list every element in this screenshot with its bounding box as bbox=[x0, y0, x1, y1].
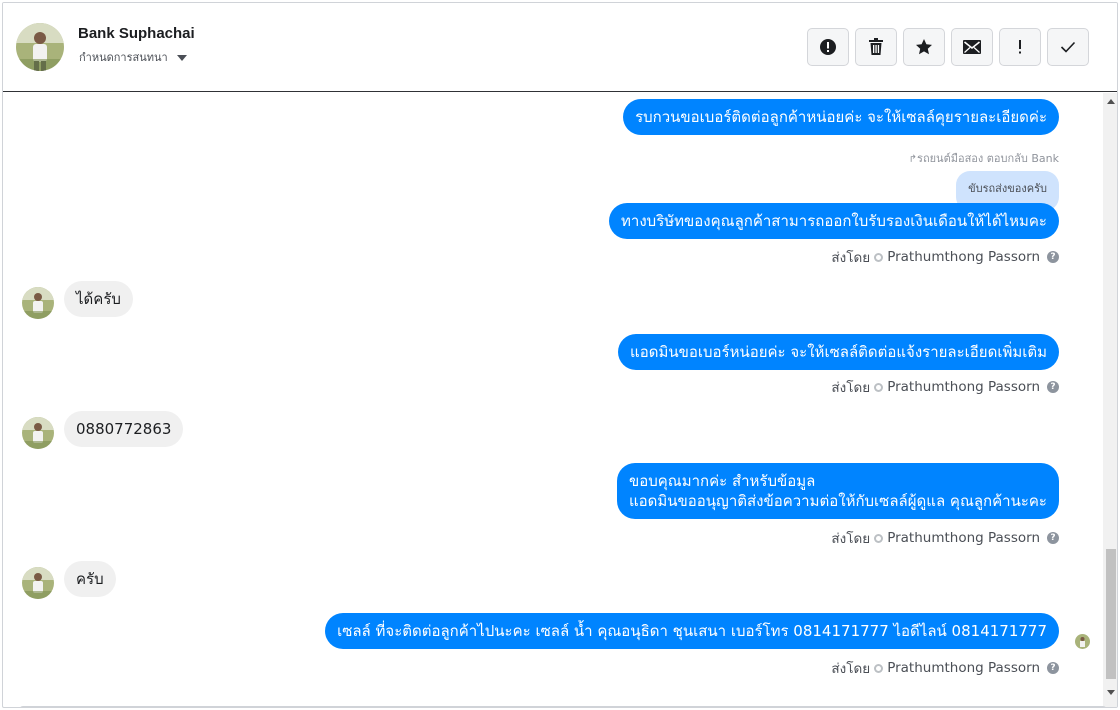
contact-avatar-small[interactable] bbox=[22, 287, 54, 319]
contact-avatar-small[interactable] bbox=[22, 417, 54, 449]
contact-name[interactable]: Bank Suphachai bbox=[78, 25, 195, 42]
sent-by-meta: ส่งโดย Prathumthong Passorn ? bbox=[831, 527, 1059, 549]
conversation-toolbar bbox=[807, 28, 1089, 66]
message-incoming[interactable]: ครับ bbox=[64, 561, 116, 597]
conversation-header: Bank Suphachai กำหนดการสนทนา bbox=[3, 3, 1117, 92]
caret-down-icon bbox=[176, 54, 187, 61]
sender-name: Prathumthong Passorn bbox=[887, 249, 1040, 265]
help-icon[interactable]: ? bbox=[1047, 251, 1059, 263]
message-incoming[interactable]: 0880772863 bbox=[64, 411, 184, 447]
conversation-panel: Bank Suphachai กำหนดการสนทนา รบกวนขอเบอร… bbox=[2, 2, 1118, 708]
check-icon bbox=[1060, 41, 1076, 53]
seen-indicator-avatar bbox=[1075, 634, 1090, 649]
page-role-icon bbox=[874, 533, 884, 543]
help-icon[interactable]: ? bbox=[1047, 662, 1059, 674]
mark-unread-button[interactable] bbox=[951, 28, 993, 66]
message-thread[interactable]: รบกวนขอเบอร์ติดต่อลูกค้าหน่อยค่ะ จะให้เซ… bbox=[3, 93, 1103, 707]
message-line: แอดมินขออนุญาติส่งข้อความต่อให้กับเซลล์ผ… bbox=[628, 492, 1047, 510]
message-incoming[interactable]: ได้ครับ bbox=[64, 281, 133, 317]
message-outgoing[interactable]: เซลล์ ที่จะติดต่อลูกค้าไปนะคะ เซลล์ น้ำ … bbox=[325, 613, 1059, 649]
help-icon[interactable]: ? bbox=[1047, 381, 1059, 393]
spam-button[interactable] bbox=[807, 28, 849, 66]
composer-edge bbox=[19, 706, 1107, 707]
help-icon[interactable]: ? bbox=[1047, 532, 1059, 544]
sender-name: Prathumthong Passorn bbox=[887, 660, 1040, 676]
star-button[interactable] bbox=[903, 28, 945, 66]
scrollbar[interactable] bbox=[1103, 93, 1117, 707]
reply-arrow-icon: ↱ bbox=[908, 154, 918, 165]
message-outgoing[interactable]: ทางบริษัทของคุณลูกค้าสามารถออกใบรับรองเง… bbox=[609, 203, 1059, 239]
sent-by-meta: ส่งโดย Prathumthong Passorn ? bbox=[831, 246, 1059, 268]
page-role-icon bbox=[874, 382, 884, 392]
sent-by-meta: ส่งโดย Prathumthong Passorn ? bbox=[831, 376, 1059, 398]
envelope-icon bbox=[963, 40, 981, 54]
scrollbar-thumb[interactable] bbox=[1106, 549, 1116, 679]
delete-button[interactable] bbox=[855, 28, 897, 66]
trash-icon bbox=[869, 38, 883, 55]
sent-by-meta: ส่งโดย Prathumthong Passorn ? bbox=[831, 657, 1059, 679]
mark-done-button[interactable] bbox=[1047, 28, 1089, 66]
scroll-down-arrow-icon[interactable] bbox=[1107, 690, 1115, 695]
sender-name: Prathumthong Passorn bbox=[887, 530, 1040, 546]
follow-up-button[interactable] bbox=[999, 28, 1041, 66]
star-icon bbox=[916, 39, 932, 55]
exclamation-icon bbox=[1019, 40, 1021, 54]
scroll-up-arrow-icon[interactable] bbox=[1107, 99, 1115, 104]
contact-avatar-small[interactable] bbox=[22, 567, 54, 599]
message-outgoing[interactable]: แอดมินขอเบอร์หน่อยค่ะ จะให้เซลล์ติดต่อแจ… bbox=[618, 334, 1059, 370]
alert-circle-icon bbox=[820, 39, 836, 55]
page-role-icon bbox=[874, 663, 884, 673]
message-line: ขอบคุณมากค่ะ สำหรับข้อมูล bbox=[628, 472, 816, 490]
message-outgoing[interactable]: ขอบคุณมากค่ะ สำหรับข้อมูล แอดมินขออนุญาต… bbox=[616, 463, 1059, 519]
reply-note: ↱รถยนต์มือสอง ตอบกลับ Bank bbox=[908, 152, 1059, 165]
contact-avatar[interactable] bbox=[16, 23, 64, 71]
assign-label: กำหนดการสนทนา bbox=[79, 51, 168, 64]
page-role-icon bbox=[874, 252, 884, 262]
message-outgoing[interactable]: รบกวนขอเบอร์ติดต่อลูกค้าหน่อยค่ะ จะให้เซ… bbox=[623, 99, 1059, 135]
sender-name: Prathumthong Passorn bbox=[887, 379, 1040, 395]
assign-conversation-dropdown[interactable]: กำหนดการสนทนา bbox=[79, 48, 187, 66]
